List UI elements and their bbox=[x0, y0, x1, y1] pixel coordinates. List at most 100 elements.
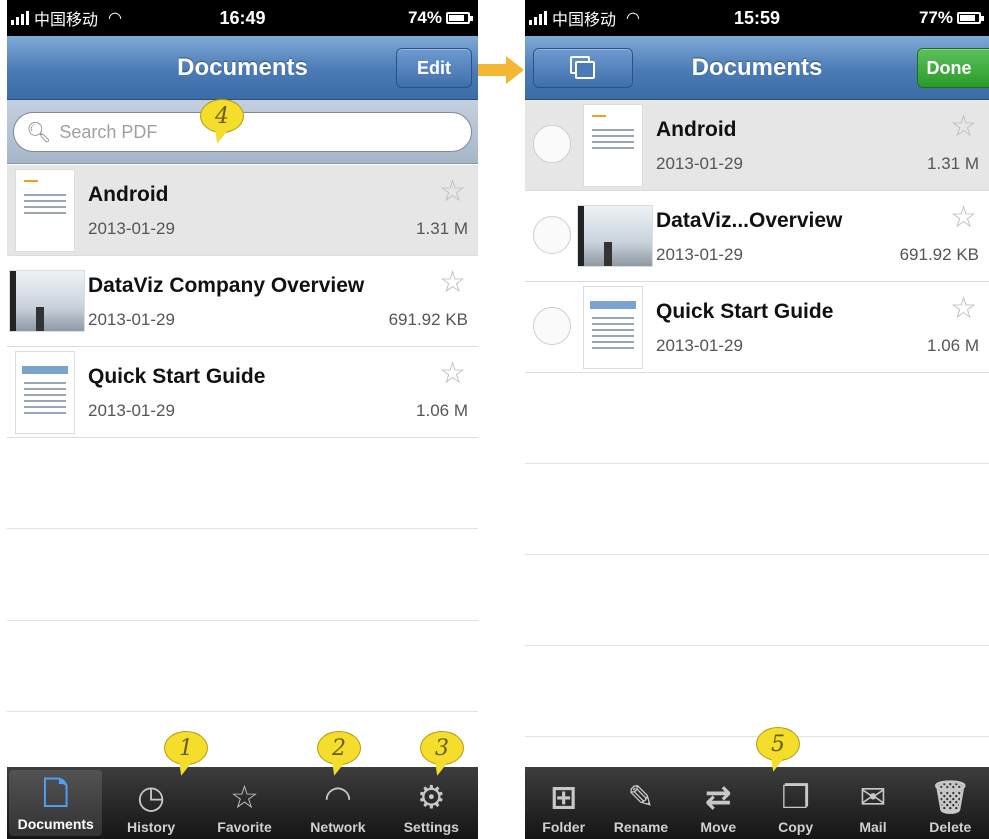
tab-history[interactable]: ◷ History bbox=[104, 767, 197, 839]
tool-label: Folder bbox=[542, 819, 586, 835]
mail-icon: ✉ bbox=[859, 778, 887, 816]
edit-toolbar: ⊞ Folder ✎ Rename ⇄ Move ❐ Copy ✉ Mail 🗑︎ Dele… bbox=[525, 767, 989, 839]
search-icon: 🔍︎ bbox=[26, 121, 52, 144]
tool-label: Copy bbox=[778, 819, 814, 835]
star-icon[interactable]: ☆ bbox=[439, 359, 466, 389]
wifi-icon: ◠ bbox=[626, 10, 640, 27]
doc-date: 2013-01-29 bbox=[88, 310, 175, 329]
doc-date: 2013-01-29 bbox=[88, 219, 175, 238]
doc-title: Quick Start Guide bbox=[88, 365, 266, 388]
callout-badge-4: 4 bbox=[200, 99, 244, 133]
phone-screen-documents: 中国移动 ◠ 16:49 74% Documents Edit 🔍︎ Searc… bbox=[7, 0, 478, 839]
star-icon[interactable]: ☆ bbox=[950, 203, 977, 233]
document-list: Android 2013-01-29 1.31 M ☆ DataViz...Ov… bbox=[525, 100, 989, 373]
doc-size: 1.31 M bbox=[416, 219, 468, 238]
star-icon[interactable]: ☆ bbox=[439, 177, 466, 207]
wifi-icon: ◠ bbox=[108, 10, 122, 27]
list-item[interactable]: Quick Start Guide 2013-01-29 1.06 M ☆ bbox=[525, 282, 989, 373]
new-folder-icon: ⊞ bbox=[550, 778, 578, 816]
tool-label: Delete bbox=[929, 819, 972, 835]
tool-label: Rename bbox=[613, 819, 669, 835]
list-item[interactable]: Android 2013-01-29 1.31 M ☆ bbox=[7, 165, 478, 256]
doc-date: 2013-01-29 bbox=[656, 336, 743, 355]
search-placeholder: Search PDF bbox=[59, 121, 158, 142]
tab-label: Network bbox=[310, 819, 366, 835]
arrow-right-icon bbox=[478, 56, 524, 84]
tab-label: Settings bbox=[403, 819, 459, 835]
battery-percent: 77% bbox=[918, 8, 953, 27]
wifi-icon: ◠ bbox=[325, 778, 351, 816]
doc-size: 1.06 M bbox=[416, 401, 468, 420]
doc-title: DataViz...Overview bbox=[656, 209, 843, 232]
pdf-thumbnail bbox=[577, 205, 653, 267]
doc-date: 2013-01-29 bbox=[656, 245, 743, 264]
doc-title: Android bbox=[656, 118, 737, 141]
tool-label: Mail bbox=[859, 819, 887, 835]
folder-button[interactable]: ⊞ Folder bbox=[525, 767, 602, 839]
tab-label: History bbox=[126, 819, 176, 835]
tab-documents[interactable]: 🗋 Documents bbox=[9, 770, 103, 836]
doc-size: 1.06 M bbox=[927, 336, 979, 355]
pdf-thumbnail bbox=[15, 169, 75, 252]
list-item[interactable]: DataViz...Overview 2013-01-29 691.92 KB … bbox=[525, 191, 989, 282]
battery-charging-icon bbox=[957, 12, 984, 24]
pdf-thumbnail bbox=[583, 104, 643, 187]
copy-button[interactable]: ❐ Copy bbox=[757, 767, 834, 839]
battery-icon bbox=[446, 12, 473, 24]
carrier-label: 中国移动 bbox=[34, 10, 99, 29]
select-radio[interactable] bbox=[533, 216, 571, 254]
select-radio[interactable] bbox=[533, 307, 571, 345]
doc-date: 2013-01-29 bbox=[656, 154, 743, 173]
callout-badge-1: 1 bbox=[164, 731, 208, 765]
pdf-thumbnail bbox=[15, 351, 75, 434]
delete-button[interactable]: 🗑︎ Delete bbox=[912, 767, 989, 839]
status-bar: 中国移动 ◠ 16:49 74% bbox=[7, 0, 478, 36]
doc-date: 2013-01-29 bbox=[88, 401, 175, 420]
divider bbox=[525, 554, 989, 555]
star-icon[interactable]: ☆ bbox=[950, 294, 977, 324]
select-radio[interactable] bbox=[533, 125, 571, 163]
nav-bar: Documents Edit bbox=[7, 36, 478, 100]
mail-button[interactable]: ✉ Mail bbox=[834, 767, 911, 839]
move-button[interactable]: ⇄ Move bbox=[680, 767, 757, 839]
tab-network[interactable]: ◠ Network bbox=[291, 767, 384, 839]
done-label: Done bbox=[926, 57, 972, 78]
list-item[interactable]: Android 2013-01-29 1.31 M ☆ bbox=[525, 100, 989, 191]
callout-badge-3: 3 bbox=[420, 731, 464, 765]
tab-favorite[interactable]: ☆ Favorite bbox=[198, 767, 291, 839]
list-item[interactable]: DataViz Company Overview 2013-01-29 691.… bbox=[7, 256, 478, 347]
star-icon[interactable]: ☆ bbox=[950, 112, 977, 142]
list-item[interactable]: Quick Start Guide 2013-01-29 1.06 M ☆ bbox=[7, 347, 478, 438]
doc-title: Android bbox=[88, 183, 169, 206]
edit-button[interactable]: Edit bbox=[396, 48, 472, 88]
tool-label: Move bbox=[700, 819, 737, 835]
doc-title: DataViz Company Overview bbox=[88, 274, 365, 297]
clock: 15:59 bbox=[733, 7, 781, 28]
rename-button[interactable]: ✎ Rename bbox=[602, 767, 679, 839]
trash-icon: 🗑︎ bbox=[929, 778, 971, 816]
rename-icon: ✎ bbox=[627, 778, 655, 816]
battery-percent: 74% bbox=[407, 8, 442, 27]
gear-icon: ⚙ bbox=[416, 778, 446, 816]
tab-settings[interactable]: ⚙ Settings bbox=[385, 767, 478, 839]
doc-title: Quick Start Guide bbox=[656, 300, 834, 323]
tab-bar: 🗋 Documents ◷ History ☆ Favorite ◠ Network ⚙… bbox=[7, 767, 478, 839]
clock-icon: ◷ bbox=[137, 778, 166, 816]
divider bbox=[7, 711, 478, 712]
move-icon: ⇄ bbox=[704, 778, 732, 816]
phone-screen-edit-mode: 中国移动 ◠ 15:59 77% Documents Done Android … bbox=[525, 0, 989, 839]
divider bbox=[525, 645, 989, 646]
tab-label: Favorite bbox=[217, 819, 272, 835]
divider bbox=[7, 528, 478, 529]
doc-size: 1.31 M bbox=[927, 154, 979, 173]
carrier-label: 中国移动 bbox=[552, 10, 617, 29]
star-icon: ☆ bbox=[230, 778, 259, 816]
clock: 16:49 bbox=[219, 7, 266, 28]
doc-size: 691.92 KB bbox=[899, 245, 979, 264]
signal-icon bbox=[11, 11, 29, 25]
tab-label: Documents bbox=[17, 816, 94, 832]
doc-size: 691.92 KB bbox=[388, 310, 468, 329]
copy-icon: ❐ bbox=[781, 778, 810, 816]
done-button[interactable]: Done bbox=[917, 48, 989, 88]
star-icon[interactable]: ☆ bbox=[439, 268, 466, 298]
